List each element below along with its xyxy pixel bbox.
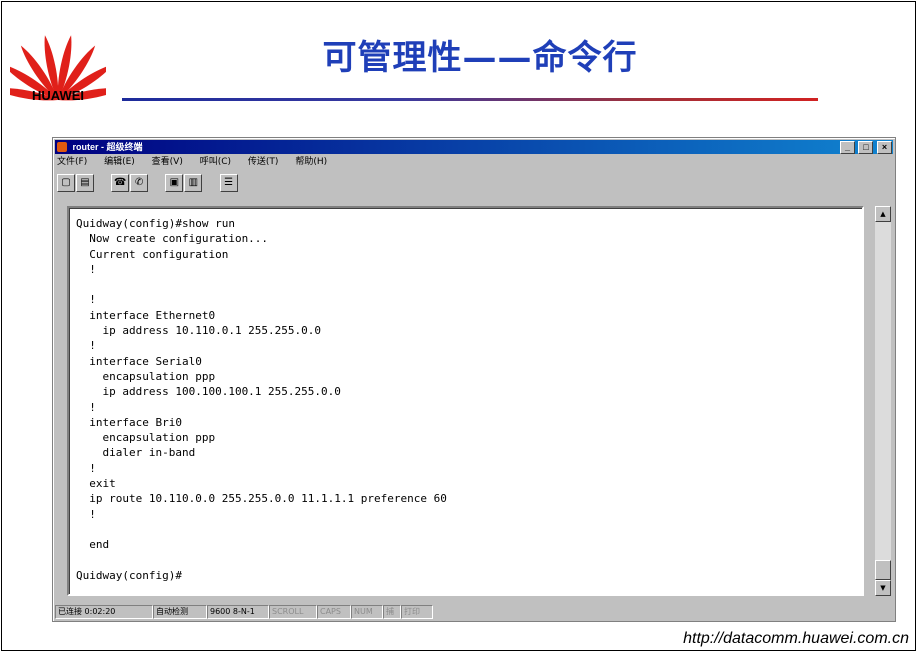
window-title: router - 超级终端	[72, 142, 143, 152]
connect-icon[interactable]: ☎	[111, 174, 130, 192]
scroll-up-icon[interactable]: ▲	[875, 206, 891, 222]
scroll-thumb[interactable]	[875, 560, 891, 580]
menu-file[interactable]: 文件(F)	[57, 157, 87, 167]
terminal-line: !	[76, 339, 96, 353]
status-connected: 已连接 0:02:20	[55, 605, 153, 619]
close-button[interactable]: ×	[877, 141, 892, 154]
terminal-line: ip address 100.100.100.1 255.255.0.0	[76, 385, 341, 399]
scroll-down-icon[interactable]: ▼	[875, 580, 891, 596]
terminal-line: exit	[76, 477, 116, 491]
status-capture: 捕	[383, 605, 401, 619]
terminal-line: interface Ethernet0	[76, 308, 216, 322]
status-bar: 已连接 0:02:20 自动检测 9600 8-N-1 SCROLL CAPS …	[55, 605, 893, 619]
status-print: 打印	[401, 605, 433, 619]
terminal-line: !	[76, 461, 96, 475]
menu-edit[interactable]: 编辑(E)	[104, 157, 135, 167]
terminal-line: ip route 10.110.0.0 255.255.0.0 11.1.1.1…	[76, 492, 447, 506]
terminal-line: ip address 10.110.0.1 255.255.0.0	[76, 324, 322, 338]
footer-url: http://datacomm.huawei.com.cn	[683, 630, 909, 647]
menu-help[interactable]: 帮助(H)	[295, 157, 327, 167]
status-settings: 9600 8-N-1	[207, 605, 269, 619]
open-icon[interactable]: ▤	[76, 174, 94, 192]
restore-button[interactable]: □	[858, 141, 874, 154]
terminal-line: !	[76, 262, 96, 276]
slide-title: 可管理性——命令行	[322, 38, 638, 78]
disconnect-icon[interactable]: ✆	[130, 174, 149, 192]
hyperterminal-icon	[57, 142, 67, 152]
terminal-area[interactable]: Quidway(config)#show run Now create conf…	[67, 206, 864, 596]
menu-bar: 文件(F) 编辑(E) 查看(V) 呼叫(C) 传送(T) 帮助(H)	[57, 155, 341, 169]
terminal-line: interface Serial0	[76, 354, 202, 368]
status-caps: CAPS	[317, 605, 351, 619]
vertical-scrollbar[interactable]: ▲ ▼	[875, 206, 891, 596]
menu-transfer[interactable]: 传送(T)	[248, 157, 279, 167]
terminal-line: !	[76, 400, 96, 414]
status-num: NUM	[351, 605, 383, 619]
menu-view[interactable]: 查看(V)	[152, 157, 183, 167]
title-underline	[122, 98, 818, 101]
terminal-line: Quidway(config)#	[76, 568, 182, 582]
terminal-output: Quidway(config)#show run Now create conf…	[76, 216, 447, 583]
minimize-button[interactable]: _	[839, 141, 855, 154]
terminal-line: end	[76, 538, 110, 552]
terminal-line: !	[76, 293, 96, 307]
terminal-line: dialer in-band	[76, 446, 196, 460]
send-icon[interactable]: ▣	[165, 174, 184, 192]
terminal-line: encapsulation ppp	[76, 369, 216, 383]
terminal-line: Current configuration	[76, 247, 229, 261]
status-detect: 自动检测	[153, 605, 207, 619]
menu-call[interactable]: 呼叫(C)	[200, 157, 231, 167]
terminal-line: Now create configuration...	[76, 232, 269, 246]
terminal-line: interface Bri0	[76, 415, 182, 429]
terminal-line: encapsulation ppp	[76, 431, 216, 445]
toolbar: ▢ ▤ ☎ ✆ ▣ ▥ ☰	[57, 170, 239, 192]
brand-name: HUAWEI	[32, 88, 84, 103]
receive-icon[interactable]: ▥	[184, 174, 203, 192]
status-scroll: SCROLL	[269, 605, 317, 619]
hyperterminal-window: router - 超级终端 _ □ × 文件(F) 编辑(E) 查看(V) 呼叫…	[52, 137, 896, 622]
terminal-line: !	[76, 507, 96, 521]
terminal-line: Quidway(config)#show run	[76, 217, 235, 230]
new-icon[interactable]: ▢	[57, 174, 75, 192]
properties-icon[interactable]: ☰	[219, 174, 238, 192]
window-titlebar[interactable]: router - 超级终端 _ □ ×	[55, 140, 893, 154]
